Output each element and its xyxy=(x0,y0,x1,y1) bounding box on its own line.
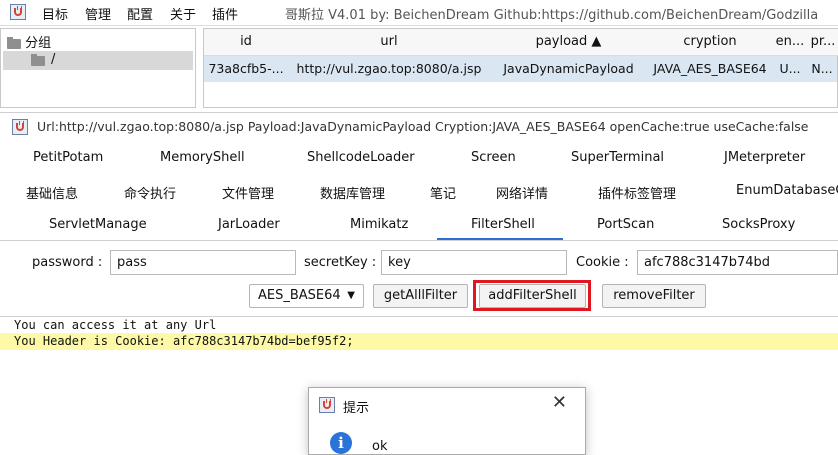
console-line-2: You Header is Cookie: afc788c3147b74bd=b… xyxy=(14,334,354,348)
dialog-title: 提示 xyxy=(343,401,370,416)
cell-payload: JavaDynamicPayload xyxy=(490,56,647,82)
cell-cryption: JAVA_AES_BASE64 xyxy=(647,56,773,82)
cookie-field[interactable]: afc788c3147b74bd xyxy=(637,250,838,275)
tab-portscan[interactable]: PortScan xyxy=(597,217,654,232)
column-header-payload[interactable]: payload ▲ xyxy=(490,29,648,56)
column-header-url[interactable]: url xyxy=(288,29,491,56)
tab-shellcodeloader[interactable]: ShellcodeLoader xyxy=(307,150,415,165)
java-app-icon xyxy=(319,397,335,413)
cipher-select[interactable]: AES_BASE64 ▼ xyxy=(249,284,364,308)
tab-database-manager[interactable]: 数据库管理 xyxy=(320,183,385,202)
password-field[interactable]: pass xyxy=(110,250,296,275)
column-header-id[interactable]: id xyxy=(204,29,289,56)
tab-superterminal[interactable]: SuperTerminal xyxy=(571,150,664,165)
tab-mimikatz[interactable]: Mimikatz xyxy=(350,217,408,232)
tab-basic-info[interactable]: 基础信息 xyxy=(26,183,78,202)
tab-plugin-tag-manager[interactable]: 插件标签管理 xyxy=(598,183,676,202)
menu-target[interactable]: 目标 xyxy=(42,4,68,23)
tab-file-manager[interactable]: 文件管理 xyxy=(222,183,274,202)
tab-petitpotam[interactable]: PetitPotam xyxy=(33,150,103,165)
tab-jarloader[interactable]: JarLoader xyxy=(218,217,280,232)
shell-window-titlebar: Url:http://vul.zgao.top:8080/a.jsp Paylo… xyxy=(0,112,838,140)
tab-screen[interactable]: Screen xyxy=(471,150,516,165)
folder-icon xyxy=(31,54,45,66)
menu-bar: 目标 管理 配置 关于 插件 哥斯拉 V4.01 by: BeichenDrea… xyxy=(0,0,838,26)
tab-network-details[interactable]: 网络详情 xyxy=(496,183,548,202)
tab-jmeterpreter[interactable]: JMeterpreter xyxy=(724,150,805,165)
secretkey-label: secretKey : xyxy=(304,255,377,270)
tree-node-root[interactable]: 分组 xyxy=(7,32,51,51)
shell-window-title: Url:http://vul.zgao.top:8080/a.jsp Paylo… xyxy=(37,119,809,134)
menu-config[interactable]: 配置 xyxy=(127,4,153,23)
message-dialog: 提示 ✕ i ok xyxy=(308,387,586,455)
column-header-encoding[interactable]: en... xyxy=(773,29,808,56)
cipher-select-value: AES_BASE64 xyxy=(258,288,341,303)
chevron-down-icon: ▼ xyxy=(347,290,355,301)
secretkey-field[interactable]: key xyxy=(381,250,567,275)
tab-socksproxy[interactable]: SocksProxy xyxy=(722,217,795,232)
java-app-icon xyxy=(10,4,26,20)
annotation-highlight-box xyxy=(473,280,591,311)
password-label: password : xyxy=(32,255,103,270)
tab-memoryshell[interactable]: MemoryShell xyxy=(160,150,245,165)
menu-plugins[interactable]: 插件 xyxy=(212,4,238,23)
cell-encoding: U... xyxy=(773,56,807,82)
column-header-cryption[interactable]: cryption xyxy=(647,29,774,56)
folder-open-icon xyxy=(7,36,21,49)
console-line-1: You can access it at any Url xyxy=(14,318,217,332)
group-tree[interactable]: 分组 / xyxy=(0,28,196,108)
tab-command-exec[interactable]: 命令执行 xyxy=(124,183,176,202)
tab-divider xyxy=(0,240,838,241)
tab-notes[interactable]: 笔记 xyxy=(430,183,456,202)
cell-id: 73a8cfb5-... xyxy=(204,56,288,82)
java-app-icon xyxy=(12,119,28,135)
tab-filtershell[interactable]: FilterShell xyxy=(471,217,535,232)
column-header-proxy[interactable]: pr... xyxy=(807,29,838,56)
tab-enumdatabase[interactable]: EnumDatabaseCo xyxy=(736,183,838,198)
get-all-filter-button[interactable]: getAlllFilter xyxy=(373,284,468,308)
cell-proxy: N... xyxy=(807,56,837,82)
info-icon: i xyxy=(330,432,352,454)
shell-table[interactable]: id url payload ▲ cryption en... pr... 73… xyxy=(203,28,838,108)
close-icon[interactable]: ✕ xyxy=(552,392,567,413)
cookie-label: Cookie : xyxy=(576,255,629,270)
tree-node-child[interactable]: / xyxy=(3,51,193,70)
menu-about[interactable]: 关于 xyxy=(170,4,196,23)
tab-servletmanage[interactable]: ServletManage xyxy=(49,217,147,232)
tree-root-label: 分组 xyxy=(25,36,52,51)
dialog-message: ok xyxy=(372,439,388,454)
cell-url: http://vul.zgao.top:8080/a.jsp xyxy=(288,56,490,82)
app-title: 哥斯拉 V4.01 by: BeichenDream Github:https:… xyxy=(285,8,819,23)
remove-filter-button[interactable]: removeFilter xyxy=(602,284,706,308)
tree-child-label: / xyxy=(51,52,56,67)
menu-manage[interactable]: 管理 xyxy=(85,4,111,23)
